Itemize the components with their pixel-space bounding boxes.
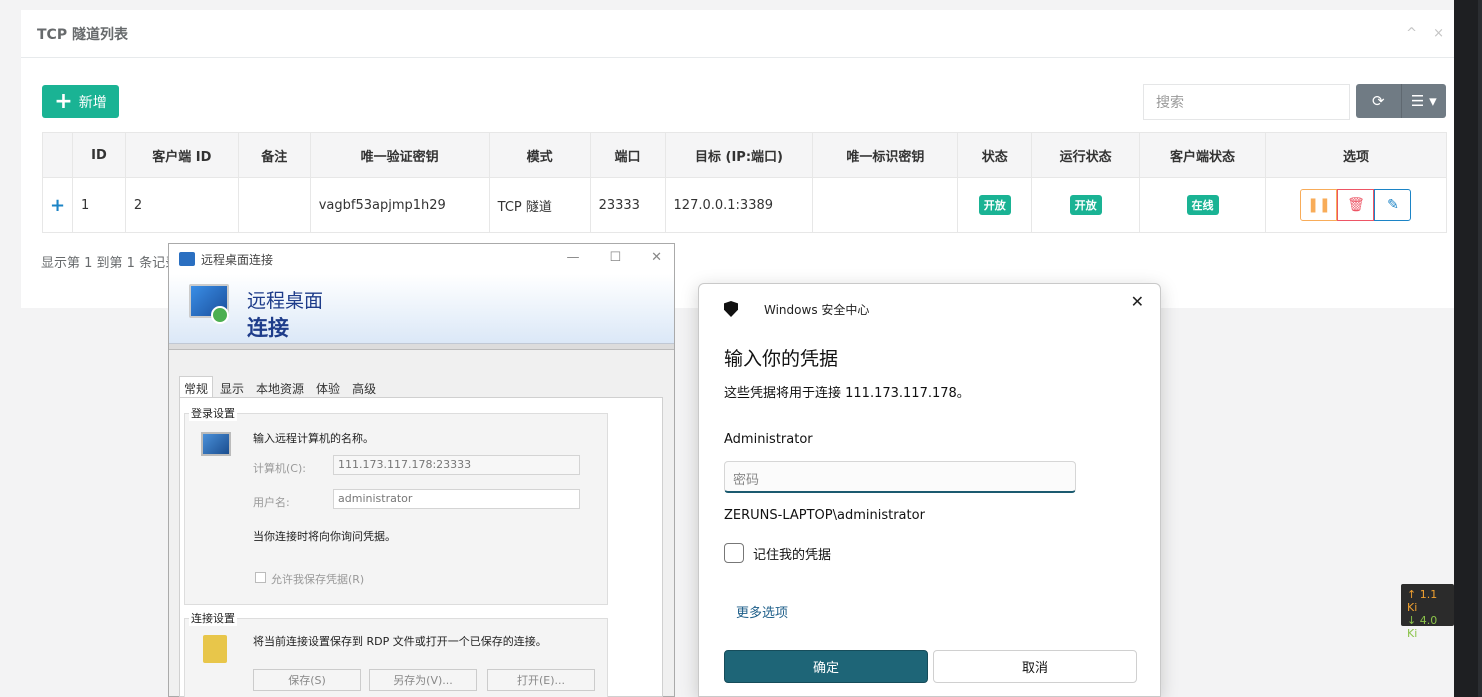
network-speed-widget: ↑ 1.1 Ki ↓ 4.0 Ki (1401, 584, 1454, 640)
panel-collapse-close-icons[interactable]: ^ × (1406, 26, 1450, 41)
dialog-subtitle: 这些凭据将用于连接 111.173.117.178。 (724, 386, 970, 401)
cell-target: 127.0.0.1:3389 (664, 177, 814, 233)
ok-button[interactable]: 确定 (724, 650, 928, 683)
computer-icon (201, 432, 231, 456)
cell-mode: TCP 隧道 (488, 177, 591, 233)
col-port[interactable]: 端口 (589, 132, 666, 178)
col-client-id[interactable]: 客户端 ID (124, 132, 239, 178)
col-auth-key[interactable]: 唯一验证密钥 (309, 132, 490, 178)
edit-button[interactable]: ✎ (1374, 189, 1412, 221)
save-button[interactable]: 保存(S) (253, 669, 361, 691)
cell-run-status: 开放 (1031, 177, 1141, 233)
computer-label: 计算机(C): (253, 462, 306, 475)
upload-speed: ↑ 1.1 Ki (1407, 588, 1438, 614)
col-target[interactable]: 目标 (IP:端口) (664, 132, 814, 178)
cell-unique-key (812, 177, 959, 233)
columns-dropdown-icon[interactable]: ☰ ▾ (1402, 84, 1447, 118)
panel-title: TCP 隧道列表 (37, 26, 128, 43)
shield-icon (724, 301, 738, 317)
dialog-heading: 输入你的凭据 (724, 348, 839, 370)
rdp-tab-body: 登录设置 输入远程计算机的名称。 计算机(C): 111.173.117.178… (179, 397, 663, 697)
toolbar-button-group: ⟳ ☰ ▾ (1356, 84, 1446, 118)
rdp-banner: 远程桌面 连接 (169, 274, 674, 344)
close-icon[interactable]: ✕ (651, 250, 662, 265)
open-button[interactable]: 打开(E)... (487, 669, 595, 691)
table-row: + 1 2 vagbf53apjmp1h29 TCP 隧道 23333 127.… (42, 177, 1448, 233)
col-id[interactable]: ID (71, 132, 126, 178)
cell-remark (237, 177, 311, 233)
col-status[interactable]: 状态 (957, 132, 1033, 178)
col-run-status[interactable]: 运行状态 (1031, 132, 1141, 178)
cell-status: 开放 (957, 177, 1033, 233)
col-client-status[interactable]: 客户端状态 (1139, 132, 1266, 178)
scrollbar[interactable] (1478, 0, 1482, 697)
maximize-icon[interactable]: ☐ (609, 250, 621, 265)
col-expand (42, 132, 73, 178)
delete-button[interactable]: 🗑 (1337, 189, 1375, 221)
username-field[interactable]: administrator (333, 489, 580, 509)
col-mode[interactable]: 模式 (488, 132, 591, 178)
close-icon[interactable]: ✕ (1131, 292, 1144, 311)
rdp-window: 远程桌面连接 — ☐ ✕ 远程桌面 连接 常规 显示 本地资源 体验 高级 登录… (168, 243, 675, 697)
computer-field[interactable]: 111.173.117.178:23333 (333, 455, 580, 475)
expand-cell[interactable]: + (42, 177, 73, 233)
cell-id: 1 (71, 177, 126, 233)
remember-checkbox[interactable] (724, 543, 744, 563)
credential-dialog: Windows 安全中心 ✕ 输入你的凭据 这些凭据将用于连接 111.173.… (698, 283, 1161, 697)
minimize-icon[interactable]: — (566, 250, 579, 265)
allow-save-checkbox[interactable] (255, 572, 266, 583)
login-settings-group: 登录设置 输入远程计算机的名称。 计算机(C): 111.173.117.178… (184, 405, 608, 605)
rdp-app-icon (179, 252, 195, 266)
pagination-info: 显示第 1 到第 1 条记录 (41, 256, 179, 271)
rdp-window-controls: — ☐ ✕ (566, 250, 662, 265)
password-input[interactable]: 密码 (724, 461, 1076, 493)
add-button[interactable]: + 新增 (42, 85, 119, 118)
cell-client-status: 在线 (1139, 177, 1266, 233)
col-options: 选项 (1264, 132, 1448, 178)
domain-user: ZERUNS-LAPTOP\administrator (724, 508, 925, 523)
save-as-button[interactable]: 另存为(V)... (369, 669, 477, 691)
rdp-separator (169, 344, 674, 350)
status-badge: 开放 (978, 195, 1011, 215)
more-options-link[interactable]: 更多选项 (736, 602, 788, 621)
plus-icon: + (54, 88, 73, 114)
search-input[interactable]: 搜索 (1143, 84, 1350, 120)
credential-note: 当你连接时将向你询问凭据。 (253, 530, 396, 543)
login-hint: 输入远程计算机的名称。 (253, 432, 374, 445)
connection-settings-group: 连接设置 将当前连接设置保存到 RDP 文件或打开一个已保存的连接。 保存(S)… (184, 610, 608, 697)
row-actions: ❚❚ 🗑 ✎ (1300, 189, 1412, 221)
rdp-banner-line2: 连接 (247, 316, 289, 340)
dialog-app-name: Windows 安全中心 (764, 303, 870, 317)
right-edge-bar (1454, 0, 1482, 697)
run-status-badge: 开放 (1069, 195, 1102, 215)
panel-header: TCP 隧道列表 ^ × (21, 10, 1454, 58)
connection-settings-label: 连接设置 (189, 610, 237, 626)
login-settings-label: 登录设置 (189, 405, 237, 421)
download-speed: ↓ 4.0 Ki (1407, 614, 1438, 640)
rdp-banner-line1: 远程桌面 (247, 290, 324, 312)
connection-arrow-icon (211, 306, 229, 324)
refresh-icon[interactable]: ⟳ (1356, 84, 1402, 118)
cell-options: ❚❚ 🗑 ✎ (1264, 177, 1448, 233)
allow-save-label: 允许我保存凭据(R) (271, 573, 365, 586)
remember-label[interactable]: 记住我的凭据 (753, 544, 831, 563)
cell-client-id: 2 (124, 177, 239, 233)
username-label: 用户名: (253, 496, 290, 509)
cancel-button[interactable]: 取消 (933, 650, 1137, 683)
pause-button[interactable]: ❚❚ (1300, 189, 1338, 221)
username-display: Administrator (724, 432, 813, 447)
connection-hint: 将当前连接设置保存到 RDP 文件或打开一个已保存的连接。 (253, 635, 547, 648)
add-button-label: 新增 (78, 94, 107, 111)
table-header-row: ID 客户端 ID 备注 唯一验证密钥 模式 端口 目标 (IP:端口) 唯一标… (42, 132, 1448, 178)
cell-port: 23333 (589, 177, 666, 233)
tunnel-table: ID 客户端 ID 备注 唯一验证密钥 模式 端口 目标 (IP:端口) 唯一标… (42, 132, 1448, 233)
rdp-title: 远程桌面连接 (201, 252, 274, 267)
cell-auth-key: vagbf53apjmp1h29 (309, 177, 490, 233)
folder-icon (203, 635, 227, 663)
col-remark[interactable]: 备注 (237, 132, 311, 178)
client-status-badge: 在线 (1186, 195, 1219, 215)
top-strip (0, 0, 1454, 10)
col-unique-key[interactable]: 唯一标识密钥 (812, 132, 959, 178)
expand-icon[interactable]: + (50, 195, 65, 216)
